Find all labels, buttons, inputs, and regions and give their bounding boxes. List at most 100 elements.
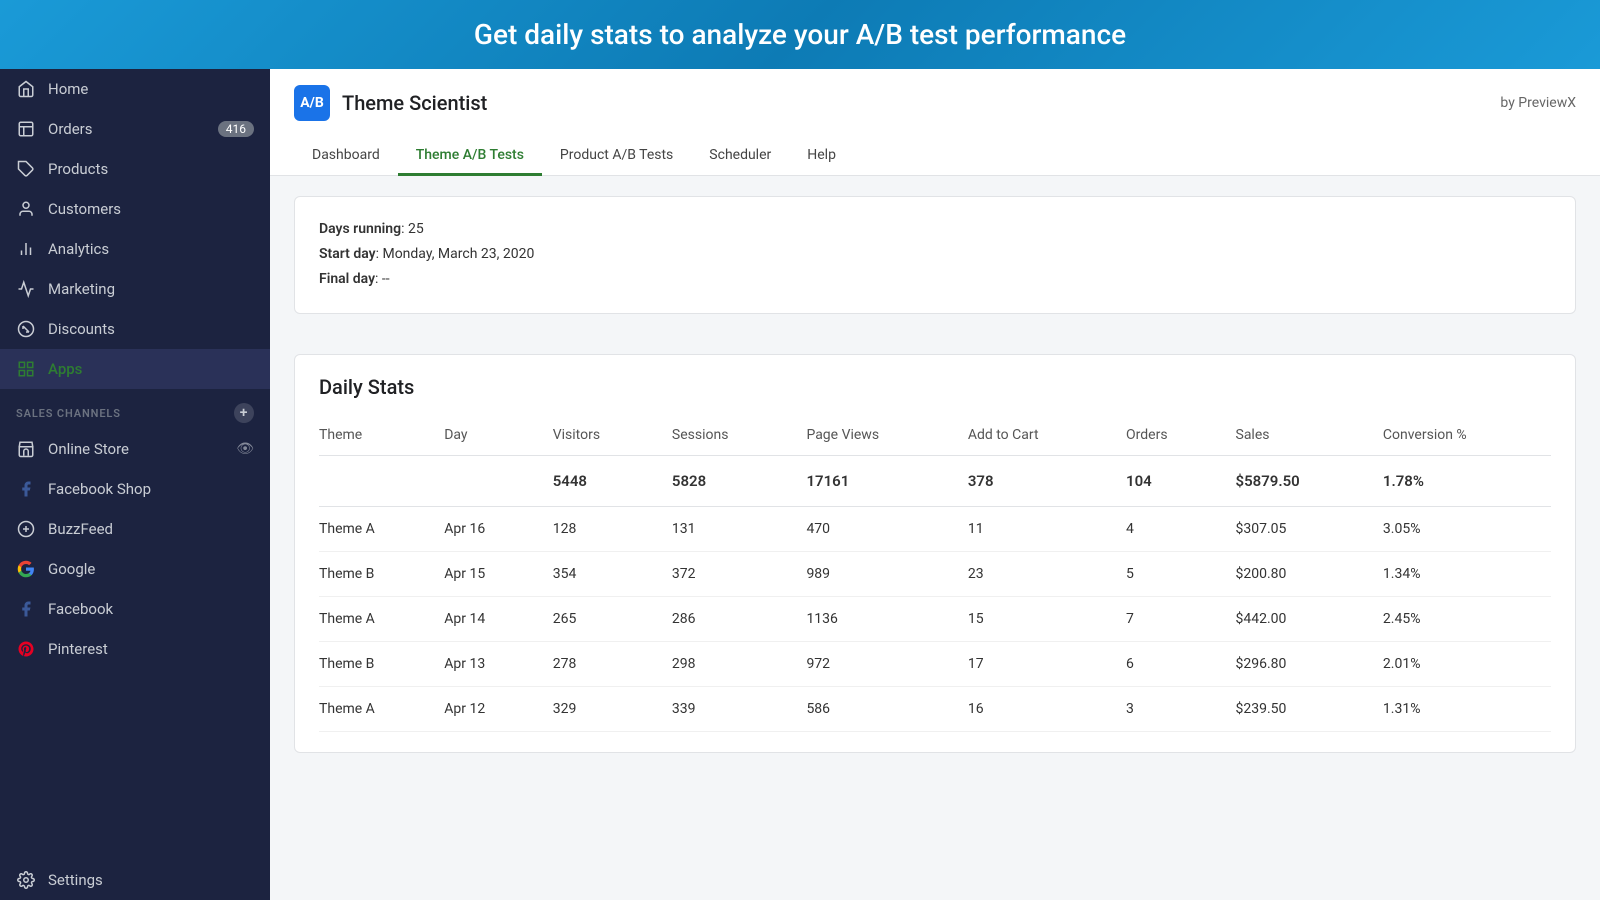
row-sessions: 131 xyxy=(660,506,795,551)
col-day: Day xyxy=(432,419,540,456)
buzzfeed-icon xyxy=(16,519,36,539)
totals-conversion: 1.78% xyxy=(1371,455,1551,506)
sidebar-item-pinterest-label: Pinterest xyxy=(48,640,108,658)
start-day-label: Start day xyxy=(319,246,376,262)
row-orders: 4 xyxy=(1114,506,1223,551)
tab-theme-ab-tests[interactable]: Theme A/B Tests xyxy=(398,137,542,176)
row-add-to-cart: 16 xyxy=(956,686,1114,731)
sidebar-item-home[interactable]: Home xyxy=(0,69,270,109)
row-page-views: 989 xyxy=(794,551,955,596)
sidebar-item-marketing[interactable]: Marketing xyxy=(0,269,270,309)
table-header-row: Theme Day Visitors Sessions Page Views A… xyxy=(319,419,1551,456)
customers-icon xyxy=(16,199,36,219)
sidebar-item-products[interactable]: Products xyxy=(0,149,270,189)
row-conversion: 2.45% xyxy=(1371,596,1551,641)
row-day: Apr 15 xyxy=(432,551,540,596)
totals-sales: $5879.50 xyxy=(1224,455,1371,506)
banner-text: Get daily stats to analyze your A/B test… xyxy=(474,18,1126,51)
add-sales-channel-button[interactable]: + xyxy=(234,403,254,423)
row-conversion: 1.31% xyxy=(1371,686,1551,731)
main-layout: Home Orders 416 Products Customers xyxy=(0,69,1600,900)
row-sales: $442.00 xyxy=(1224,596,1371,641)
row-day: Apr 13 xyxy=(432,641,540,686)
row-conversion: 1.34% xyxy=(1371,551,1551,596)
sidebar: Home Orders 416 Products Customers xyxy=(0,69,270,900)
facebook-shop-icon xyxy=(16,479,36,499)
row-visitors: 128 xyxy=(541,506,660,551)
totals-theme xyxy=(319,455,432,506)
sidebar-item-discounts[interactable]: Discounts xyxy=(0,309,270,349)
home-icon xyxy=(16,79,36,99)
app-logo: A/B xyxy=(294,85,330,121)
row-conversion: 3.05% xyxy=(1371,506,1551,551)
sidebar-item-buzzfeed[interactable]: BuzzFeed xyxy=(0,509,270,549)
final-day-value: -- xyxy=(382,271,390,287)
sidebar-item-orders[interactable]: Orders 416 xyxy=(0,109,270,149)
table-row: Theme B Apr 13 278 298 972 17 6 $296.80 … xyxy=(319,641,1551,686)
row-add-to-cart: 15 xyxy=(956,596,1114,641)
sidebar-item-analytics-label: Analytics xyxy=(48,240,109,258)
totals-sessions: 5828 xyxy=(660,455,795,506)
row-day: Apr 12 xyxy=(432,686,540,731)
row-visitors: 265 xyxy=(541,596,660,641)
final-day-label: Final day xyxy=(319,271,375,287)
tab-help[interactable]: Help xyxy=(789,137,854,176)
totals-orders: 104 xyxy=(1114,455,1223,506)
google-icon xyxy=(16,559,36,579)
settings-icon xyxy=(16,870,36,890)
row-sales: $307.05 xyxy=(1224,506,1371,551)
app-header: A/B Theme Scientist by PreviewX Dashboar… xyxy=(270,69,1600,176)
sidebar-item-customers[interactable]: Customers xyxy=(0,189,270,229)
col-theme: Theme xyxy=(319,419,432,456)
sidebar-item-facebook[interactable]: Facebook xyxy=(0,589,270,629)
row-visitors: 278 xyxy=(541,641,660,686)
row-visitors: 329 xyxy=(541,686,660,731)
sidebar-item-buzzfeed-label: BuzzFeed xyxy=(48,520,113,538)
eye-icon[interactable]: 👁 xyxy=(236,441,254,457)
row-add-to-cart: 11 xyxy=(956,506,1114,551)
row-sales: $239.50 xyxy=(1224,686,1371,731)
row-orders: 5 xyxy=(1114,551,1223,596)
pinterest-icon xyxy=(16,639,36,659)
sidebar-item-customers-label: Customers xyxy=(48,200,121,218)
row-sessions: 298 xyxy=(660,641,795,686)
days-running-value: 25 xyxy=(408,221,424,237)
products-icon xyxy=(16,159,36,179)
sidebar-item-marketing-label: Marketing xyxy=(48,280,115,298)
app-title-row: A/B Theme Scientist xyxy=(294,85,487,121)
tab-product-ab-tests[interactable]: Product A/B Tests xyxy=(542,137,691,176)
discounts-icon xyxy=(16,319,36,339)
table-row: Theme A Apr 12 329 339 586 16 3 $239.50 … xyxy=(319,686,1551,731)
sidebar-item-analytics[interactable]: Analytics xyxy=(0,229,270,269)
sidebar-item-apps[interactable]: Apps xyxy=(0,349,270,389)
sidebar-item-facebook-shop-label: Facebook Shop xyxy=(48,480,151,498)
sales-channels-header: SALES CHANNELS + xyxy=(0,389,270,429)
test-info-text: Days running: 25 Start day: Monday, Marc… xyxy=(319,217,1551,293)
top-banner: Get daily stats to analyze your A/B test… xyxy=(0,0,1600,69)
facebook-icon xyxy=(16,599,36,619)
row-visitors: 354 xyxy=(541,551,660,596)
tab-scheduler[interactable]: Scheduler xyxy=(691,137,789,176)
sidebar-item-pinterest[interactable]: Pinterest xyxy=(0,629,270,669)
totals-day xyxy=(432,455,540,506)
col-page-views: Page Views xyxy=(794,419,955,456)
sidebar-item-online-store[interactable]: Online Store 👁 xyxy=(0,429,270,469)
row-theme: Theme A xyxy=(319,596,432,641)
sidebar-item-settings[interactable]: Settings xyxy=(0,860,270,900)
sidebar-item-online-store-label: Online Store xyxy=(48,440,129,458)
days-running-label: Days running xyxy=(319,221,401,237)
totals-add-to-cart: 378 xyxy=(956,455,1114,506)
row-theme: Theme B xyxy=(319,641,432,686)
tab-dashboard[interactable]: Dashboard xyxy=(294,137,398,176)
daily-stats-card: Daily Stats Theme Day Visitors Sessions … xyxy=(294,354,1576,753)
sidebar-item-facebook-shop[interactable]: Facebook Shop xyxy=(0,469,270,509)
row-sales: $296.80 xyxy=(1224,641,1371,686)
sidebar-item-google-label: Google xyxy=(48,560,95,578)
stats-table: Theme Day Visitors Sessions Page Views A… xyxy=(319,419,1551,732)
sidebar-item-google[interactable]: Google xyxy=(0,549,270,589)
row-sales: $200.80 xyxy=(1224,551,1371,596)
table-row: Theme B Apr 15 354 372 989 23 5 $200.80 … xyxy=(319,551,1551,596)
orders-badge: 416 xyxy=(218,121,254,137)
row-sessions: 372 xyxy=(660,551,795,596)
tabs: Dashboard Theme A/B Tests Product A/B Te… xyxy=(294,137,1576,175)
